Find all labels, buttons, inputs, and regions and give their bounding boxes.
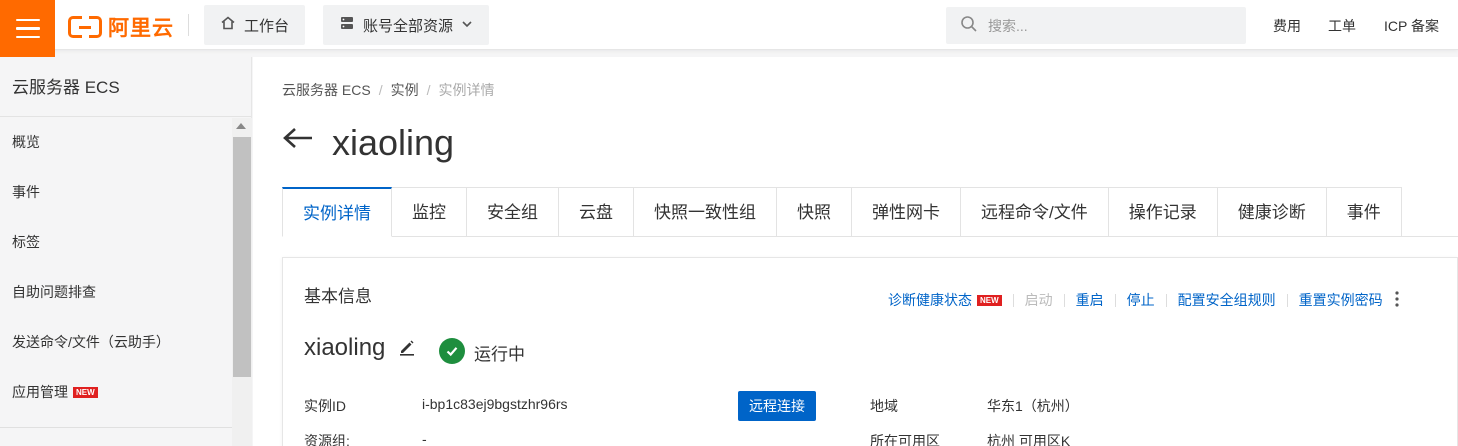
sidebar-scrollbar-thumb[interactable] (233, 137, 251, 377)
tab-operation-logs[interactable]: 操作记录 (1108, 187, 1218, 237)
resource-group-value: - (422, 431, 427, 446)
tab-snapshot-consistency-groups[interactable]: 快照一致性组 (634, 187, 777, 237)
edit-icon[interactable] (398, 338, 416, 359)
zone-label: 所在可用区 (870, 433, 940, 446)
zone-value: 杭州 可用区K (987, 433, 1071, 446)
instance-id-label: 实例ID (304, 398, 346, 414)
sidebar-item-events[interactable]: 事件 (0, 167, 232, 217)
tab-instance-details[interactable]: 实例详情 (282, 187, 392, 237)
config-security-group-button[interactable]: 配置安全组规则 (1178, 290, 1276, 310)
search-icon (960, 15, 978, 36)
chevron-down-icon (461, 17, 473, 34)
sidebar-item-label: 自助问题排查 (12, 284, 96, 300)
new-badge: NEW (977, 294, 1002, 306)
start-button[interactable]: 启动 (1025, 290, 1053, 310)
remote-connect-button[interactable]: 远程连接 (738, 391, 816, 421)
more-vertical-icon[interactable] (1395, 290, 1399, 310)
sidebar-item-self-troubleshoot[interactable]: 自助问题排查 (0, 267, 232, 317)
tab-eni[interactable]: 弹性网卡 (852, 187, 961, 237)
divider (1012, 293, 1014, 307)
search-input[interactable] (988, 17, 1228, 34)
workbench-label: 工作台 (244, 17, 290, 35)
sidebar-item-label: 事件 (12, 184, 40, 200)
region-label: 地域 (870, 398, 898, 414)
main-content: 云服务器 ECS / 实例 / 实例详情 xiaoling 实例详情 监控 安全组 云盘… (253, 57, 1458, 446)
account-resources-label: 账号全部资源 (363, 17, 454, 35)
divider (1165, 293, 1167, 307)
action-bar: 诊断健康状态 NEW 启动 重启 停止 配置安全组规则 重置实例密码 (888, 290, 1399, 310)
sidebar-item-label: 概览 (12, 134, 40, 150)
sidebar-item-label: 标签 (12, 234, 40, 250)
breadcrumb: 云服务器 ECS / 实例 / 实例详情 (282, 82, 495, 98)
reset-password-button[interactable]: 重置实例密码 (1299, 290, 1383, 310)
divider (1286, 293, 1288, 307)
tab-health-diagnosis[interactable]: 健康诊断 (1217, 187, 1327, 237)
divider (1114, 293, 1116, 307)
stop-button[interactable]: 停止 (1127, 290, 1155, 310)
breadcrumb-current: 实例详情 (438, 82, 495, 98)
sidebar-item-send-command[interactable]: 发送命令/文件（云助手） (0, 317, 232, 367)
sidebar-item-label: 应用管理 (12, 384, 68, 400)
instance-id-value: i-bp1c83ej9bgstzhr96rs (422, 396, 568, 412)
restart-button[interactable]: 重启 (1076, 290, 1104, 310)
aliyun-logo-icon (68, 15, 102, 39)
icp-link[interactable]: ICP 备案 (1384, 16, 1439, 36)
sidebar: 云服务器 ECS 概览 事件 标签 自助问题排查 发送命令/文件（云助手） 应用… (0, 57, 252, 446)
account-resources-dropdown[interactable]: 账号全部资源 (323, 5, 490, 45)
resource-group-label: 资源组: (304, 433, 350, 446)
divider (1063, 293, 1065, 307)
sidebar-item-app-management[interactable]: 应用管理 NEW (0, 367, 232, 417)
logo-text: 阿里云 (108, 17, 174, 40)
server-icon (339, 15, 355, 36)
sidebar-title: 云服务器 ECS (0, 57, 251, 117)
scroll-up-icon[interactable] (236, 123, 246, 129)
tab-monitoring[interactable]: 监控 (392, 187, 467, 237)
logo[interactable]: 阿里云 (68, 12, 174, 42)
billing-link[interactable]: 费用 (1273, 16, 1301, 36)
breadcrumb-ecs[interactable]: 云服务器 ECS (282, 82, 371, 98)
new-badge: NEW (73, 387, 98, 398)
menu-icon[interactable] (0, 0, 55, 57)
sidebar-item-tags[interactable]: 标签 (0, 217, 232, 267)
sidebar-item-label: 发送命令/文件（云助手） (12, 334, 170, 350)
tab-events[interactable]: 事件 (1326, 187, 1402, 237)
basic-info-card: 基本信息 诊断健康状态 NEW 启动 重启 停止 配置安全组规则 重置实例密码 … (282, 257, 1458, 446)
diagnose-health-button[interactable]: 诊断健康状态 (888, 290, 972, 310)
home-icon (220, 15, 236, 36)
breadcrumb-instances[interactable]: 实例 (391, 82, 419, 98)
sidebar-item-overview[interactable]: 概览 (0, 117, 232, 167)
region-value: 华东1（杭州） (987, 398, 1079, 414)
search-box[interactable] (946, 7, 1246, 44)
tab-bar: 实例详情 监控 安全组 云盘 快照一致性组 快照 弹性网卡 远程命令/文件 操作… (282, 187, 1458, 237)
check-circle-icon (439, 338, 465, 364)
status-text: 运行中 (474, 345, 525, 364)
instance-name: xiaoling (304, 334, 386, 361)
top-bar: 阿里云 工作台 账号全部资源 费用 工单 ICP 备案 (0, 0, 1458, 57)
back-arrow-icon[interactable] (282, 121, 314, 161)
divider (188, 14, 189, 36)
card-title: 基本信息 (304, 287, 372, 306)
tab-remote-commands[interactable]: 远程命令/文件 (961, 187, 1109, 237)
workbench-button[interactable]: 工作台 (204, 5, 306, 45)
page-title: xiaoling (332, 122, 455, 163)
tab-snapshots[interactable]: 快照 (777, 187, 852, 237)
tab-security-groups[interactable]: 安全组 (467, 187, 559, 237)
ticket-link[interactable]: 工单 (1328, 16, 1356, 36)
tab-cloud-disks[interactable]: 云盘 (559, 187, 634, 237)
divider (0, 427, 232, 428)
